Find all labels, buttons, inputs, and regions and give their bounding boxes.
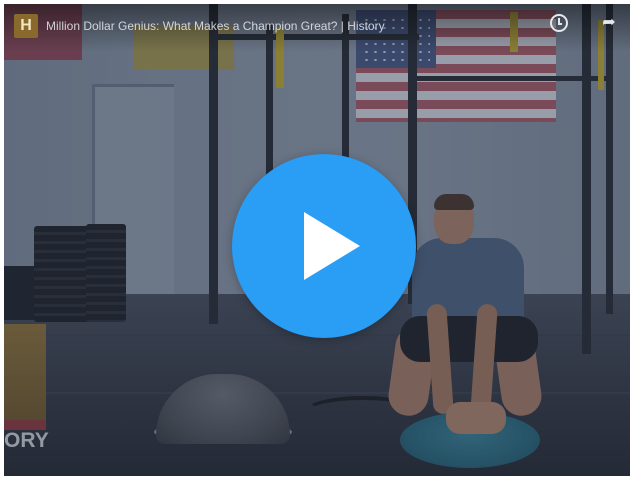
share-icon[interactable]: ➦ [600,14,618,32]
video-title[interactable]: Million Dollar Genius: What Makes a Cham… [46,19,466,33]
video-title-bar: H Million Dollar Genius: What Makes a Ch… [4,4,630,52]
clock-icon[interactable] [550,14,568,32]
video-player[interactable]: ORY H Million Dollar Genius: What Makes … [4,4,630,476]
play-icon [304,212,360,280]
channel-logo-icon[interactable]: H [14,14,38,38]
play-button[interactable] [232,154,416,338]
